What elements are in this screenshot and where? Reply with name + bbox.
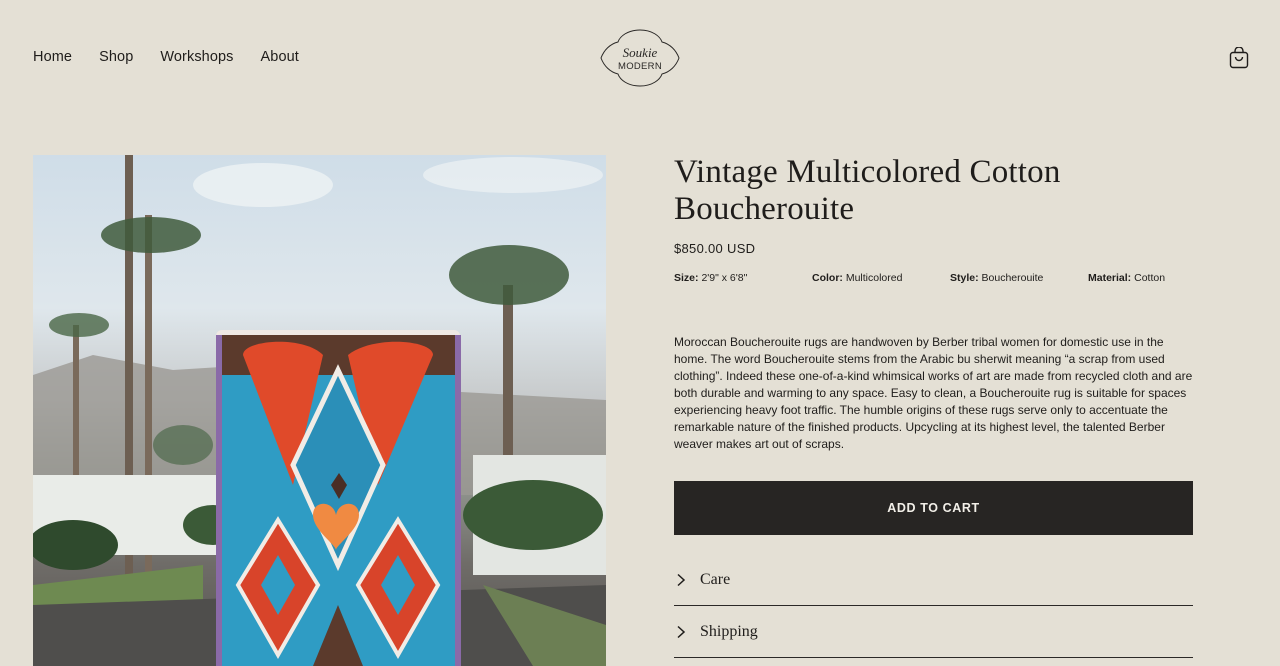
spec-color: Color: Multicolored bbox=[812, 272, 902, 284]
spec-size: Size: 2'9" x 6'8" bbox=[674, 272, 747, 284]
spec-label: Material: bbox=[1088, 272, 1132, 284]
main-nav: Home Shop Workshops About bbox=[33, 49, 299, 65]
accordion-label: Shipping bbox=[700, 622, 758, 640]
accordion-label: Care bbox=[700, 570, 731, 588]
rug bbox=[216, 330, 461, 666]
chevron-right-icon bbox=[677, 573, 686, 586]
spec-label: Size: bbox=[674, 272, 699, 284]
spec-value: Boucherouite bbox=[981, 272, 1044, 284]
chevron-right-icon bbox=[677, 625, 686, 638]
spec-value: 2'9" x 6'8" bbox=[701, 272, 748, 284]
product-photo[interactable] bbox=[33, 155, 606, 666]
spec-value: Multicolored bbox=[845, 272, 903, 284]
nav-home[interactable]: Home bbox=[33, 49, 72, 65]
site-header: Home Shop Workshops About Soukie MODERN bbox=[0, 0, 1280, 116]
cart-button[interactable] bbox=[1229, 46, 1249, 69]
spec-value: Cotton bbox=[1134, 272, 1166, 284]
logo-badge: Soukie MODERN bbox=[600, 29, 680, 87]
spec-material: Material: Cotton bbox=[1088, 272, 1165, 284]
product-title: Vintage Multicolored Cotton Boucherouite bbox=[674, 154, 1061, 227]
shopping-bag-icon bbox=[1229, 46, 1249, 69]
product-specs: Size: 2'9" x 6'8" Color: Multicolored St… bbox=[674, 272, 1194, 288]
logo-text-soukie: Soukie bbox=[623, 45, 658, 60]
nav-workshops[interactable]: Workshops bbox=[160, 49, 233, 65]
product-accordion: Care Shipping bbox=[674, 554, 1193, 658]
spec-label: Color: bbox=[812, 272, 843, 284]
product-info: Vintage Multicolored Cotton Boucherouite… bbox=[674, 154, 1194, 658]
rug-photo-illustration bbox=[33, 155, 606, 666]
nav-shop[interactable]: Shop bbox=[99, 49, 133, 65]
brand-logo[interactable]: Soukie MODERN bbox=[600, 28, 680, 88]
accordion-care[interactable]: Care bbox=[674, 554, 1193, 606]
nav-about[interactable]: About bbox=[261, 49, 299, 65]
accordion-shipping[interactable]: Shipping bbox=[674, 606, 1193, 658]
product-price: $850.00 USD bbox=[674, 241, 756, 256]
add-to-cart-button[interactable]: ADD TO CART bbox=[674, 481, 1193, 535]
spec-label: Style: bbox=[950, 272, 979, 284]
logo-text-modern: MODERN bbox=[618, 61, 662, 72]
product-description: Moroccan Boucherouite rugs are handwoven… bbox=[674, 335, 1193, 451]
spec-style: Style: Boucherouite bbox=[950, 272, 1043, 284]
